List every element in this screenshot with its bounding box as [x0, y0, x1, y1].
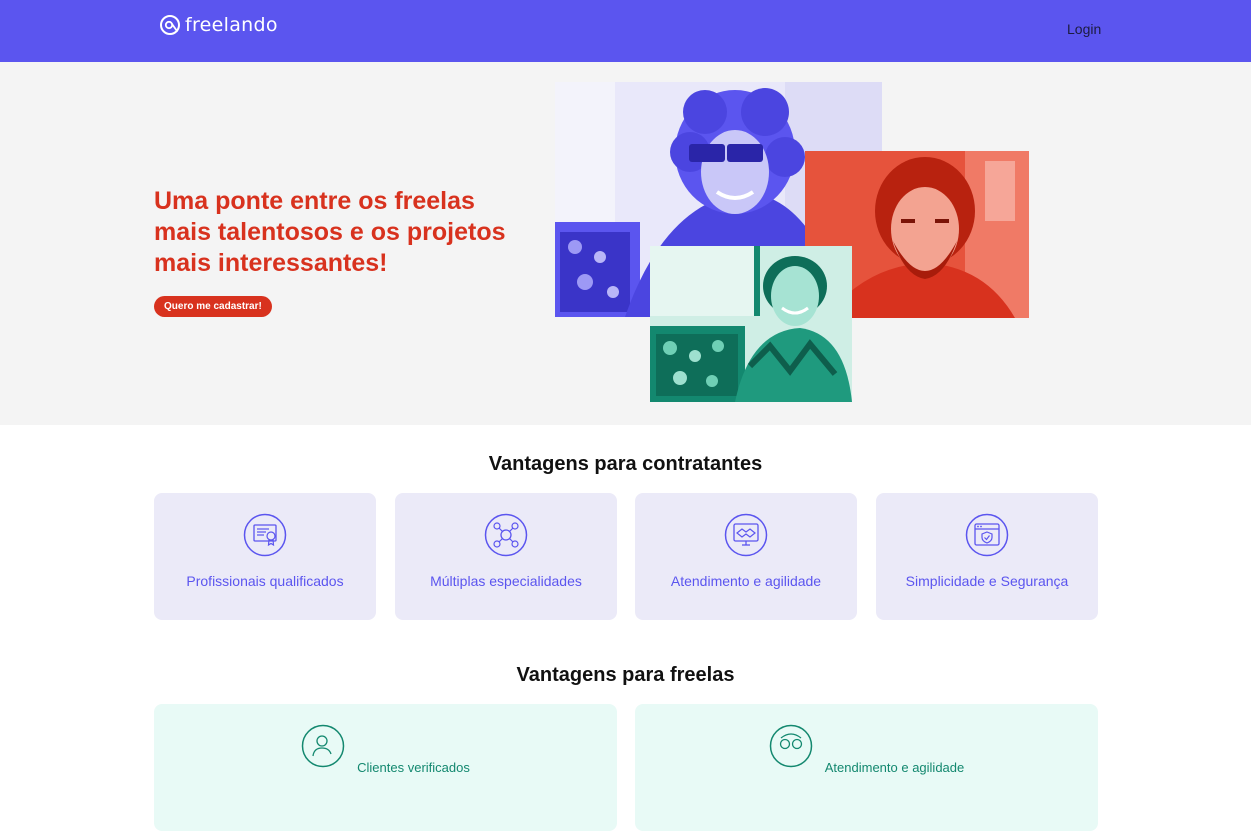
secure-browser-icon	[965, 513, 1009, 557]
card-content: Atendimento e agilidade	[635, 724, 1098, 775]
card-content: Clientes verificados	[154, 724, 617, 775]
top-navbar: freelando Login	[0, 0, 1251, 62]
verified-user-icon	[301, 724, 345, 768]
hero-photo-woman-smiling	[650, 246, 852, 402]
card-clientes-verificados: Clientes verificados	[154, 704, 617, 831]
section-title-contratantes: Vantagens para contratantes	[488, 453, 763, 475]
card-simplicidade-seguranca: Simplicidade e Segurança	[876, 493, 1098, 620]
card-label: Simplicidade e Segurança	[905, 573, 1069, 589]
freelando-logo-icon	[160, 15, 180, 35]
network-icon	[484, 513, 528, 557]
card-profissionais-qualificados: Profissionais qualificados	[154, 493, 376, 620]
login-link[interactable]: Login	[1067, 21, 1101, 37]
card-label: Clientes verificados	[357, 759, 470, 775]
section-title-freelas: Vantagens para freelas	[516, 664, 735, 686]
hero-section: Uma ponte entre os freelas mais talentos…	[0, 62, 1251, 425]
handshake-icon	[724, 513, 768, 557]
card-label: Atendimento e agilidade	[824, 759, 965, 775]
card-label: Profissionais qualificados	[186, 573, 344, 589]
support-people-icon	[769, 724, 812, 768]
card-atendimento-agilidade-freelas: Atendimento e agilidade	[635, 704, 1098, 831]
card-label: Múltiplas especialidades	[430, 573, 582, 589]
signup-button[interactable]: Quero me cadastrar!	[154, 296, 272, 317]
card-multiplas-especialidades: Múltiplas especialidades	[395, 493, 617, 620]
card-atendimento-agilidade: Atendimento e agilidade	[635, 493, 857, 620]
card-label: Atendimento e agilidade	[670, 573, 822, 589]
certificate-icon	[243, 513, 287, 557]
brand-name: freelando	[185, 14, 278, 36]
brand-logo[interactable]: freelando	[159, 14, 278, 36]
hero-title: Uma ponte entre os freelas mais talentos…	[154, 187, 506, 277]
